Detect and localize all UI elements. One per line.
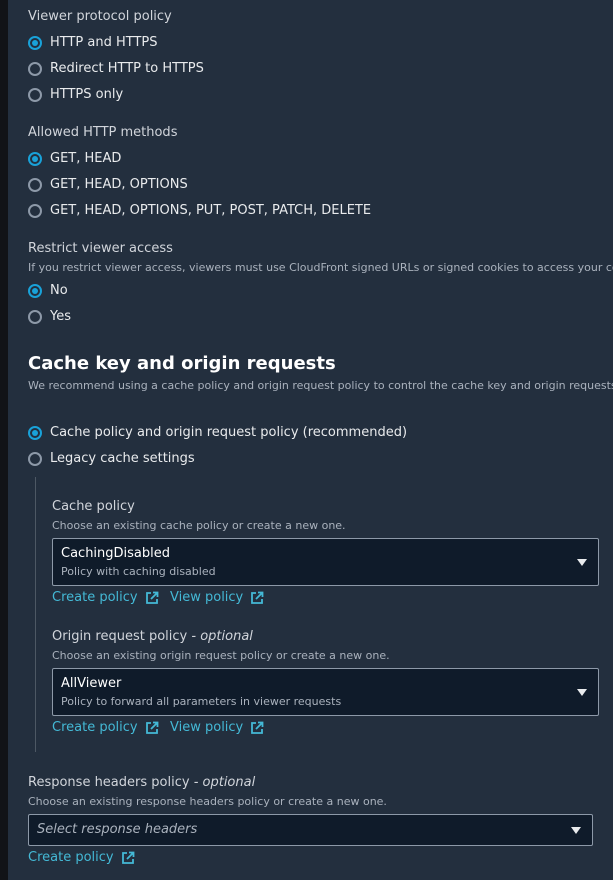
response-headers-create-label: Create policy bbox=[28, 850, 114, 865]
origin-request-policy-value-description: Policy to forward all parameters in view… bbox=[61, 695, 342, 708]
option-get-head[interactable]: GET, HEAD bbox=[50, 151, 121, 166]
origin-request-policy-label-text: Origin request policy bbox=[52, 629, 188, 644]
option-redirect-http-to-https[interactable]: Redirect HTTP to HTTPS bbox=[50, 61, 204, 76]
cache-policy-value-description: Policy with caching disabled bbox=[61, 565, 216, 578]
origin-request-policy-select[interactable]: AllViewer Policy to forward all paramete… bbox=[52, 668, 599, 716]
restrict-access-help: If you restrict viewer access, viewers m… bbox=[28, 261, 613, 274]
cache-policy-view-link[interactable]: View policy bbox=[170, 590, 264, 605]
response-headers-select[interactable]: Select response headers bbox=[28, 814, 593, 846]
option-restrict-no[interactable]: No bbox=[50, 283, 68, 298]
cache-policy-select[interactable]: CachingDisabled Policy with caching disa… bbox=[52, 538, 599, 586]
radio-redirect-http-to-https[interactable] bbox=[28, 62, 42, 76]
cache-policy-view-label: View policy bbox=[170, 590, 244, 605]
nested-section-divider bbox=[35, 477, 36, 752]
origin-request-policy-help: Choose an existing origin request policy… bbox=[52, 649, 390, 662]
radio-cache-policy-recommended[interactable] bbox=[28, 426, 42, 440]
origin-request-create-label: Create policy bbox=[52, 720, 138, 735]
cache-section-description: We recommend using a cache policy and or… bbox=[28, 379, 613, 392]
caret-down-icon bbox=[577, 689, 587, 696]
cache-policy-help: Choose an existing cache policy or creat… bbox=[52, 519, 346, 532]
external-link-icon bbox=[251, 721, 264, 734]
option-http-and-https[interactable]: HTTP and HTTPS bbox=[50, 35, 158, 50]
cache-policy-value: CachingDisabled bbox=[61, 546, 171, 561]
cache-policy-create-label: Create policy bbox=[52, 590, 138, 605]
response-headers-placeholder: Select response headers bbox=[37, 822, 198, 837]
radio-http-and-https[interactable] bbox=[28, 36, 42, 50]
option-all-methods[interactable]: GET, HEAD, OPTIONS, PUT, POST, PATCH, DE… bbox=[50, 203, 371, 218]
response-headers-create-link[interactable]: Create policy bbox=[28, 850, 135, 865]
external-link-icon bbox=[145, 591, 159, 604]
response-headers-policy-label-text: Response headers policy bbox=[28, 775, 190, 790]
left-edge-bar bbox=[0, 0, 8, 880]
origin-request-optional-tag: - optional bbox=[191, 629, 253, 644]
radio-all-methods[interactable] bbox=[28, 204, 42, 218]
option-https-only[interactable]: HTTPS only bbox=[50, 87, 123, 102]
radio-legacy-cache-settings[interactable] bbox=[28, 452, 42, 466]
origin-request-view-link[interactable]: View policy bbox=[170, 720, 264, 735]
option-cache-policy-recommended[interactable]: Cache policy and origin request policy (… bbox=[50, 425, 407, 440]
external-link-icon bbox=[251, 591, 264, 604]
origin-request-policy-label: Origin request policy - optional bbox=[52, 629, 253, 644]
viewer-protocol-label: Viewer protocol policy bbox=[28, 9, 172, 24]
option-restrict-yes[interactable]: Yes bbox=[50, 309, 71, 324]
origin-request-view-label: View policy bbox=[170, 720, 244, 735]
radio-get-head-options[interactable] bbox=[28, 178, 42, 192]
radio-restrict-yes[interactable] bbox=[28, 310, 42, 324]
radio-https-only[interactable] bbox=[28, 88, 42, 102]
origin-request-policy-value: AllViewer bbox=[61, 676, 122, 691]
origin-request-create-link[interactable]: Create policy bbox=[52, 720, 159, 735]
response-headers-policy-help: Choose an existing response headers poli… bbox=[28, 795, 387, 808]
caret-down-icon bbox=[577, 559, 587, 566]
caret-down-icon bbox=[571, 827, 581, 834]
response-headers-optional-tag: - optional bbox=[193, 775, 256, 790]
external-link-icon bbox=[121, 851, 135, 864]
option-legacy-cache-settings[interactable]: Legacy cache settings bbox=[50, 451, 195, 466]
cache-policy-label: Cache policy bbox=[52, 499, 135, 514]
radio-restrict-no[interactable] bbox=[28, 284, 42, 298]
cache-policy-create-link[interactable]: Create policy bbox=[52, 590, 159, 605]
cache-section-title: Cache key and origin requests bbox=[28, 353, 336, 374]
response-headers-policy-label: Response headers policy - optional bbox=[28, 775, 255, 790]
allowed-methods-label: Allowed HTTP methods bbox=[28, 125, 178, 140]
option-get-head-options[interactable]: GET, HEAD, OPTIONS bbox=[50, 177, 188, 192]
external-link-icon bbox=[145, 721, 159, 734]
restrict-access-label: Restrict viewer access bbox=[28, 241, 173, 256]
radio-get-head[interactable] bbox=[28, 152, 42, 166]
